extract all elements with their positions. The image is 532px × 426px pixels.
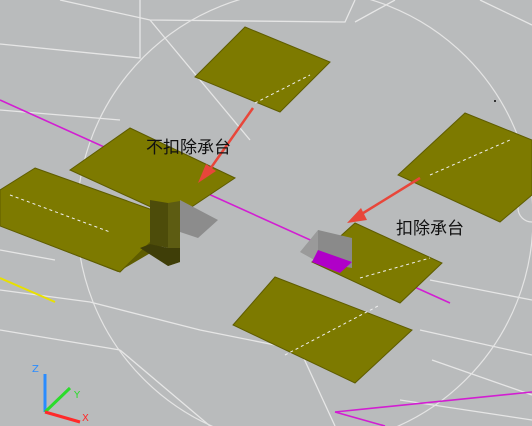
yellow-edge-line <box>0 277 56 303</box>
axis-label-y: Y <box>73 390 81 401</box>
ucs-axes-icon: Z Y X <box>32 364 89 424</box>
axis-label-z: Z <box>32 364 39 375</box>
label-no-deduct: 不扣除承台 <box>146 138 231 158</box>
cad-3d-viewport[interactable]: Z Y X 不扣除承台 扣除承台 <box>0 0 532 426</box>
magenta-lower-line <box>334 391 532 426</box>
axis-label-x: X <box>82 413 89 424</box>
arrow-deduct <box>347 176 421 223</box>
cursor-dot <box>494 100 496 102</box>
pile-cap-upper-right[interactable] <box>397 112 532 223</box>
model-scene[interactable]: Z Y X <box>0 0 532 426</box>
label-deduct: 扣除承台 <box>396 219 464 239</box>
